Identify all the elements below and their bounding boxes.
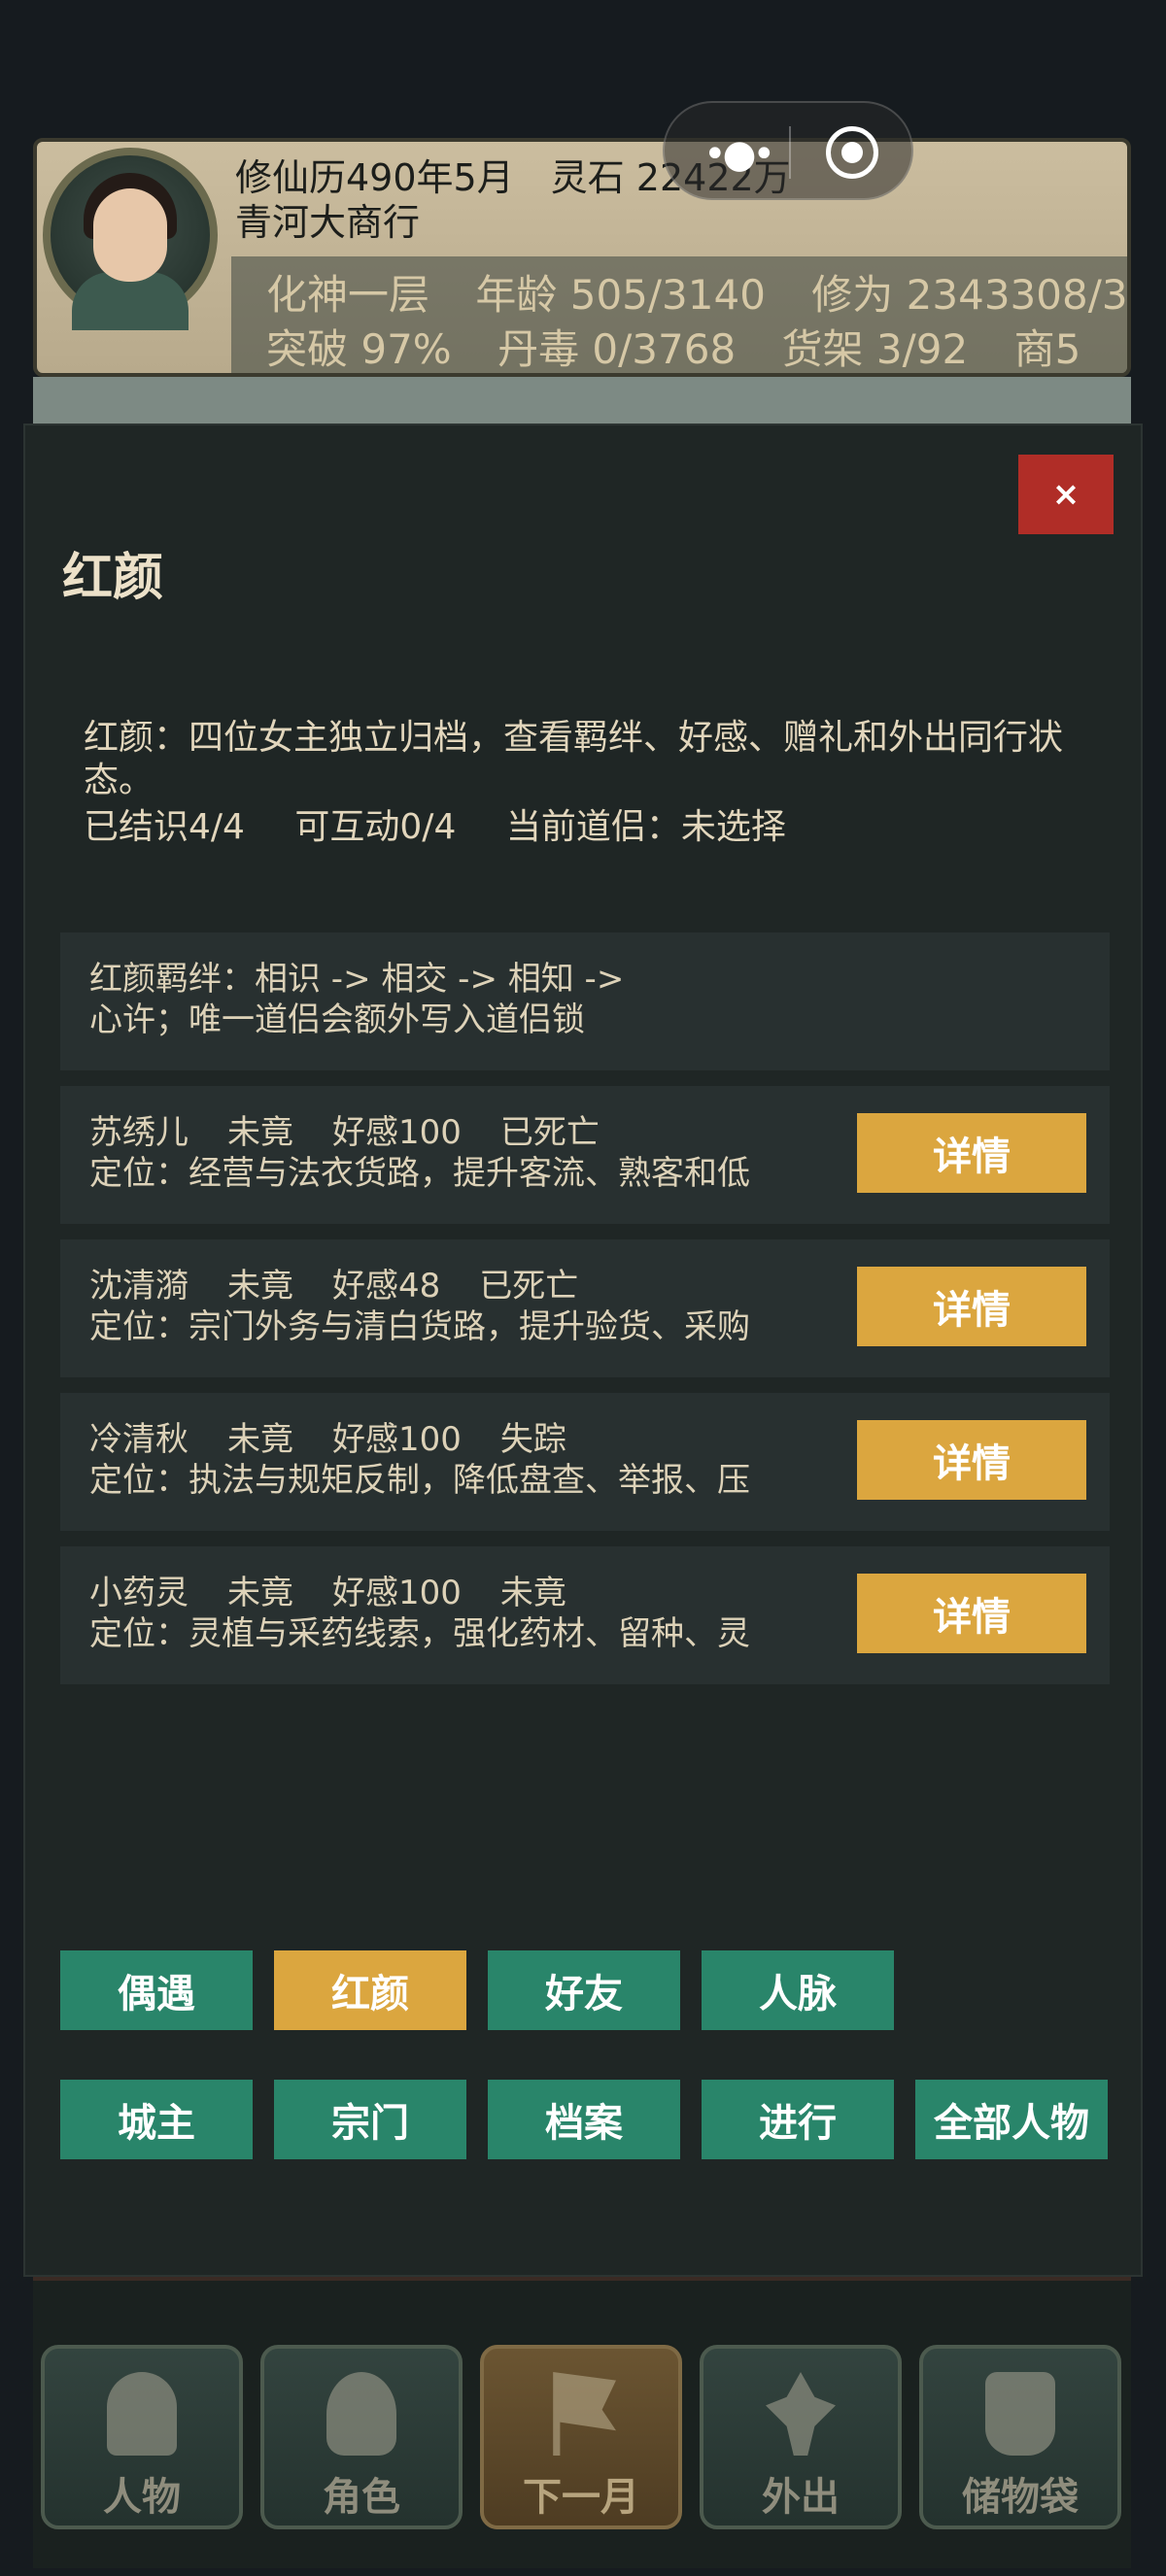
tab-sect[interactable]: 宗门: [274, 2080, 466, 2159]
person-icon: [107, 2372, 177, 2456]
character-card: 冷清秋 未竟 好感100 失踪 定位：执法与规矩反制，降低盘查、举报、压 详情: [60, 1393, 1110, 1531]
tab-friends[interactable]: 好友: [488, 1950, 680, 2030]
intro-stats: 已结识4/4 可互动0/4 当前道侣：未选择: [84, 798, 825, 849]
detail-button[interactable]: 详情: [857, 1420, 1086, 1500]
background-strip: [33, 377, 1131, 425]
tab-archive[interactable]: 档案: [488, 2080, 680, 2159]
stat-age: 年龄 505/3140: [475, 271, 766, 319]
detail-button[interactable]: 详情: [857, 1574, 1086, 1653]
met-count: 已结识4/4: [84, 807, 245, 847]
player-header: 修仙历490年5月 灵石 22422万 青河大商行 化神一层 年龄 505/31…: [33, 138, 1131, 377]
nav-go-out[interactable]: 外出: [700, 2345, 902, 2529]
tab-city-lord[interactable]: 城主: [60, 2080, 253, 2159]
nav-role[interactable]: 角色: [260, 2345, 463, 2529]
nav-label: 人物: [103, 2475, 181, 2520]
stat-realm: 化神一层: [266, 271, 430, 319]
tab-connections[interactable]: 人脉: [702, 1950, 894, 2030]
bond-line-2: 心许；唯一道侣会额外写入道侣锁: [89, 1000, 585, 1039]
character-role: 定位：执法与规矩反制，降低盘查、举报、压: [89, 1461, 750, 1500]
character-card: 小药灵 未竟 好感100 未竟 定位：灵植与采药线索，强化药材、留种、灵 详情: [60, 1546, 1110, 1684]
player-avatar[interactable]: [43, 148, 218, 330]
character-card: 沈清漪 未竟 好感48 已死亡 定位：宗门外务与清白货路，提升验货、采购 详情: [60, 1239, 1110, 1377]
stat-shelves: 货架 3/92: [781, 325, 969, 373]
shop-name: 青河大商行: [235, 201, 421, 244]
bag-icon: [985, 2372, 1055, 2456]
bond-info-card: 红颜羁绊：相识 -> 相交 -> 相知 -> 心许；唯一道侣会额外写入道侣锁: [60, 932, 1110, 1070]
character-role: 定位：灵植与采药线索，强化药材、留种、灵: [89, 1614, 750, 1653]
nav-next-month[interactable]: 下一月: [480, 2345, 682, 2529]
capsule-divider: [789, 126, 791, 179]
current-partner: 当前道侣：未选择: [505, 807, 786, 847]
interactable-count: 可互动0/4: [294, 807, 457, 847]
nav-label: 外出: [762, 2475, 840, 2520]
stat-cultivation: 修为 2343308/3448: [811, 271, 1128, 319]
nav-label: 角色: [323, 2475, 400, 2520]
stat-breakthrough: 突破 97%: [266, 325, 452, 373]
stats-line-1: 化神一层 年龄 505/3140 修为 2343308/3448: [266, 262, 1128, 322]
nav-storage-bag[interactable]: 储物袋: [919, 2345, 1121, 2529]
detail-button[interactable]: 详情: [857, 1113, 1086, 1193]
intro-text: 红颜：四位女主独立归档，查看羁绊、好感、赠礼和外出同行状态。: [84, 718, 1064, 800]
tab-all-characters[interactable]: 全部人物: [915, 2080, 1108, 2159]
character-role: 定位：经营与法衣货路，提升客流、熟客和低: [89, 1154, 750, 1193]
flag-icon: [553, 2372, 616, 2456]
stats-line-2: 突破 97% 丹毒 0/3768 货架 3/92 商5 名望: [266, 317, 1128, 373]
modal-title: 红颜: [62, 549, 164, 607]
miniprogram-capsule: •●•: [663, 101, 913, 200]
nav-label: 下一月: [523, 2475, 639, 2520]
nav-label: 储物袋: [962, 2475, 1079, 2520]
stat-commerce: 商5: [1013, 325, 1081, 373]
avatar-face: [93, 188, 167, 282]
character-role: 定位：宗门外务与清白货路，提升验货、采购: [89, 1307, 750, 1346]
character-card: 苏绣儿 未竟 好感100 已死亡 定位：经营与法衣货路，提升客流、熟客和低 详情: [60, 1086, 1110, 1224]
beauty-modal: × 红颜 红颜：四位女主独立归档，查看羁绊、好感、赠礼和外出同行状态。 已结识4…: [23, 424, 1143, 2277]
nav-character[interactable]: 人物: [41, 2345, 243, 2529]
player-stats: 化神一层 年龄 505/3140 修为 2343308/3448 突破 97% …: [231, 256, 1128, 373]
detail-button[interactable]: 详情: [857, 1267, 1086, 1346]
tab-encounter[interactable]: 偶遇: [60, 1950, 253, 2030]
close-miniprogram-icon[interactable]: [826, 126, 878, 179]
stat-pill-toxin: 丹毒 0/3768: [497, 325, 737, 373]
more-dots-icon[interactable]: •●•: [703, 132, 775, 177]
plant-icon: [766, 2372, 836, 2456]
stat-reputation: 名望: [1127, 325, 1128, 373]
tab-ongoing[interactable]: 进行: [702, 2080, 894, 2159]
tab-beauty[interactable]: 红颜: [274, 1950, 466, 2030]
bottom-nav: 人物 角色 下一月 外出 储物袋: [33, 2277, 1131, 2568]
close-button[interactable]: ×: [1018, 455, 1114, 534]
role-icon: [326, 2372, 396, 2456]
